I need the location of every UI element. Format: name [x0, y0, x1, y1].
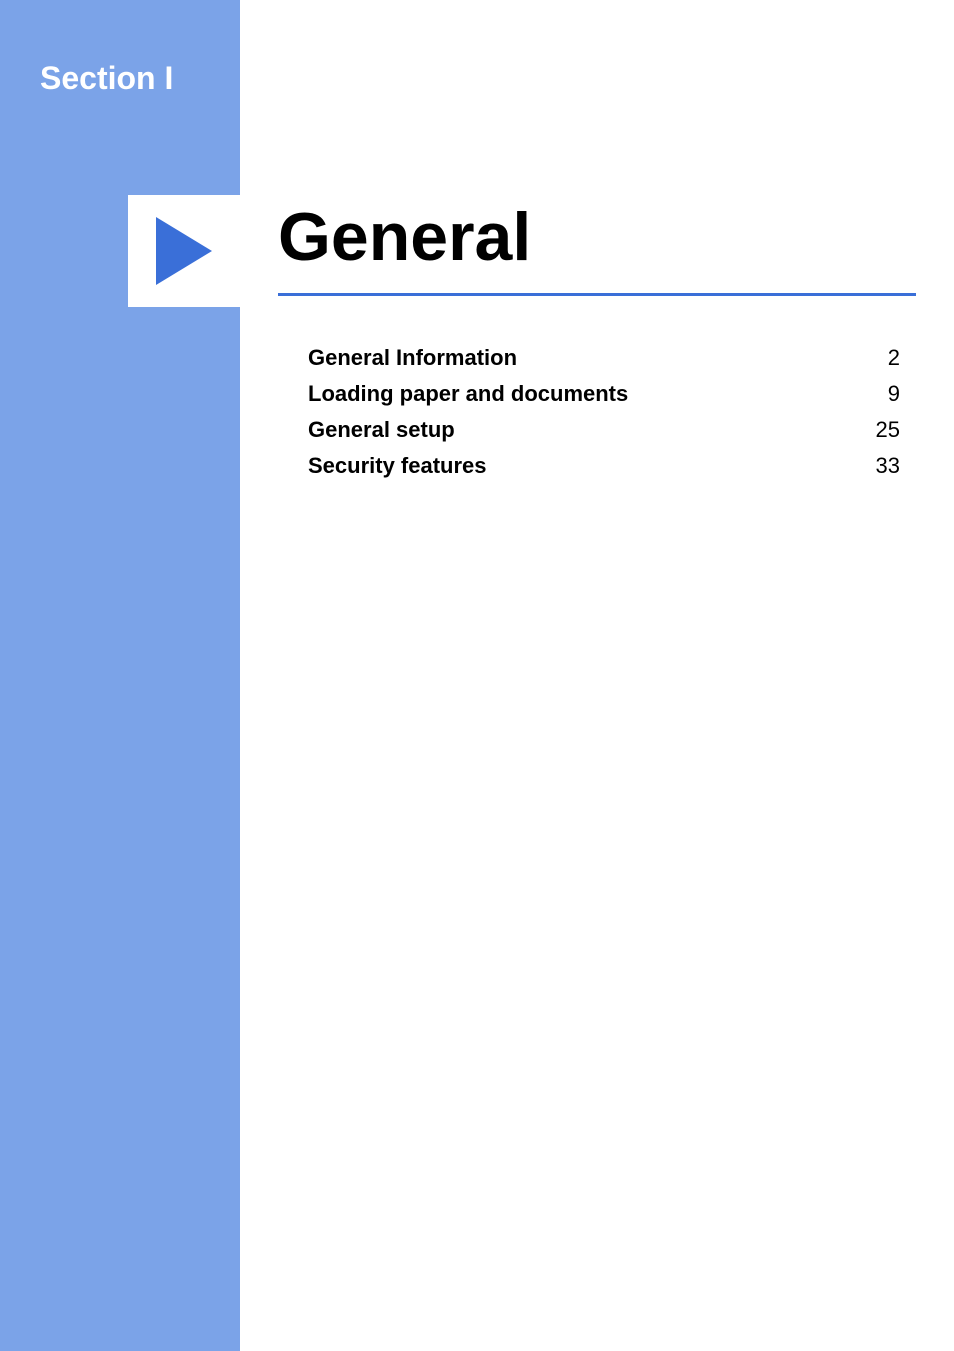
toc-entry-title: General setup	[308, 417, 455, 443]
table-of-contents: General Information 2 Loading paper and …	[308, 345, 900, 489]
toc-row[interactable]: General Information 2	[308, 345, 900, 371]
sidebar: Section I	[0, 0, 240, 1351]
title-underline	[278, 293, 916, 296]
toc-entry-title: Security features	[308, 453, 487, 479]
toc-entry-title: General Information	[308, 345, 517, 371]
toc-row[interactable]: General setup 25	[308, 417, 900, 443]
play-triangle-icon	[156, 217, 212, 285]
toc-entry-page: 25	[876, 417, 900, 443]
toc-row[interactable]: Loading paper and documents 9	[308, 381, 900, 407]
toc-entry-page: 33	[876, 453, 900, 479]
section-label: Section I	[40, 60, 173, 97]
triangle-marker-box	[128, 195, 240, 307]
toc-entry-page: 9	[888, 381, 900, 407]
toc-entry-page: 2	[888, 345, 900, 371]
toc-entry-title: Loading paper and documents	[308, 381, 628, 407]
page-title: General	[278, 198, 531, 276]
toc-row[interactable]: Security features 33	[308, 453, 900, 479]
